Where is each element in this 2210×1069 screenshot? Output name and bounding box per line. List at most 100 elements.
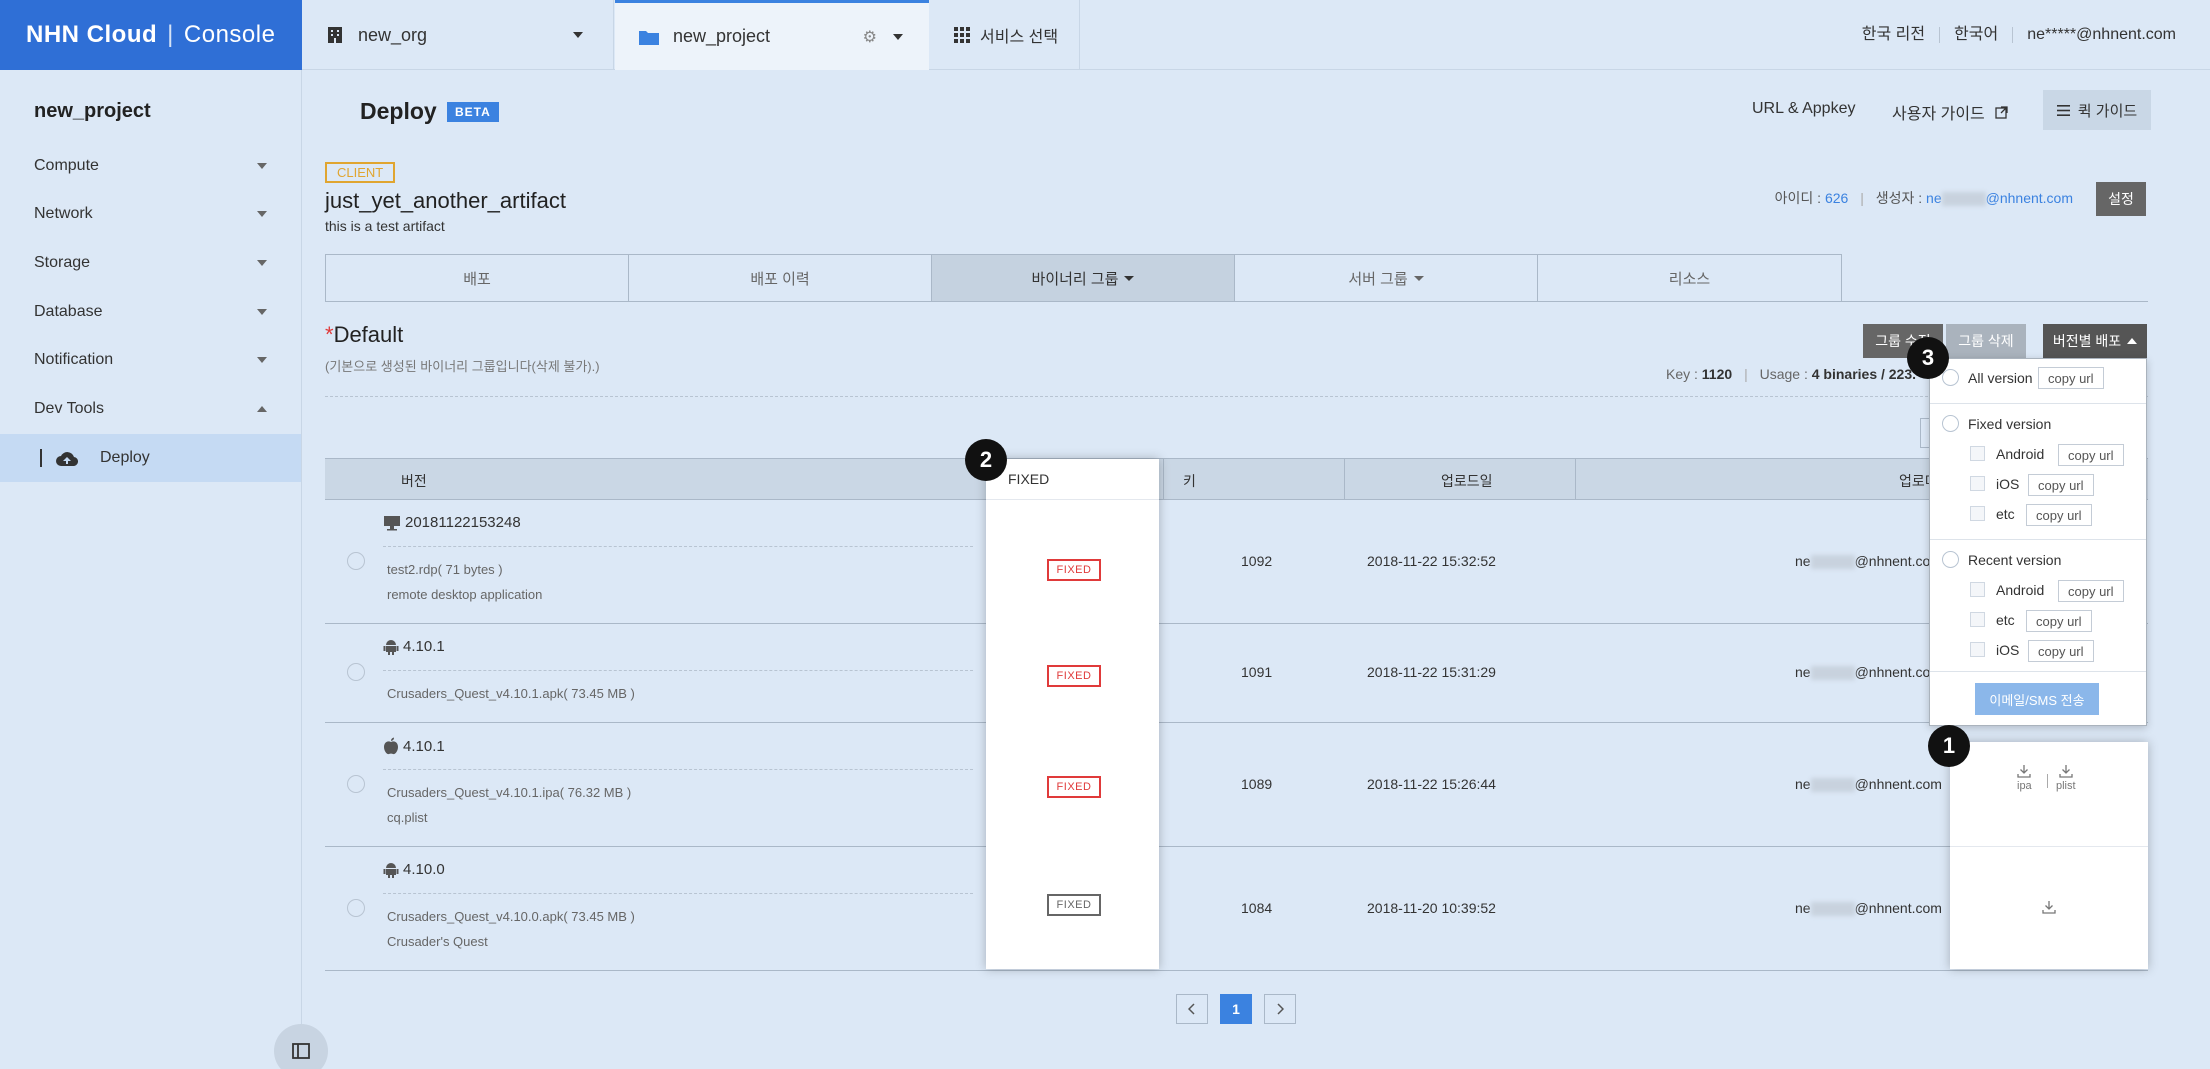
fixed-version-radio[interactable] — [1942, 415, 1959, 432]
group-title: *Default — [325, 322, 404, 347]
url-appkey-link[interactable]: URL & Appkey — [1752, 100, 1855, 118]
artifact-description: this is a test artifact — [325, 218, 445, 234]
chevron-down-icon[interactable] — [893, 33, 903, 40]
download-icon — [2059, 765, 2073, 778]
download-ipa-button[interactable]: ipa — [2017, 764, 2032, 792]
android-checkbox[interactable] — [1970, 446, 1985, 461]
quick-guide-label: 퀵 가이드 — [2077, 102, 2138, 120]
download-plist-button[interactable]: plist — [2056, 764, 2076, 792]
user-guide-link[interactable]: 사용자 가이드 — [1892, 100, 2008, 124]
send-email-sms-button[interactable]: 이메일/SMS 전송 — [1975, 683, 2099, 715]
column-fixed: FIXED — [1008, 471, 1050, 487]
file-note: Crusader's Quest — [387, 934, 488, 949]
service-select-label: 서비스 선택 — [980, 29, 1059, 46]
logo-brand: NHN Cloud — [26, 21, 158, 48]
sidebar: new_project Compute Network Storage Data… — [0, 70, 328, 1069]
callout-badge: 1 — [1928, 725, 1970, 767]
chevron-down-icon — [257, 309, 267, 315]
chevron-down-icon — [257, 260, 267, 266]
table-header: 버전 키 업로드일 업로더 — [325, 458, 2148, 500]
page-number[interactable]: 1 — [1220, 994, 1252, 1024]
chevron-right-icon — [1277, 1003, 1284, 1015]
menu-icon — [2056, 104, 2070, 116]
ios-checkbox[interactable] — [1970, 476, 1985, 491]
file-name: Crusaders_Quest_v4.10.1.ipa( 76.32 MB ) — [387, 785, 632, 800]
row-radio[interactable] — [347, 899, 365, 917]
sidebar-item-storage[interactable]: Storage — [0, 239, 301, 287]
delete-group-button[interactable]: 그룹 삭제 — [1946, 324, 2026, 358]
top-bar: NHN Cloud | Console new_org new_project … — [0, 0, 2210, 70]
sidebar-item-network[interactable]: Network — [0, 190, 301, 238]
chevron-down-icon — [257, 163, 267, 169]
tab-server-group[interactable]: 서버 그룹 — [1235, 255, 1538, 301]
ios-checkbox[interactable] — [1970, 642, 1985, 657]
etc-checkbox[interactable] — [1970, 612, 1985, 627]
user-account[interactable]: ne*****@nhnent.com — [2013, 27, 2176, 43]
recent-version-radio[interactable] — [1942, 551, 1959, 568]
row-radio[interactable] — [347, 663, 365, 681]
chevron-down-icon — [1124, 275, 1135, 281]
copy-url-button[interactable]: copy url — [2028, 640, 2094, 662]
cloud-upload-icon — [56, 452, 78, 466]
sidebar-item-dev-tools[interactable]: Dev Tools — [0, 385, 301, 433]
copy-url-button[interactable]: copy url — [2058, 580, 2124, 602]
fixed-badge[interactable]: FIXED — [1047, 665, 1101, 687]
table-row[interactable]: 20181122153248 test2.rdp( 71 bytes ) rem… — [325, 500, 2148, 624]
sidebar-item-database[interactable]: Database — [0, 288, 301, 336]
tab-deploy-history[interactable]: 배포 이력 — [629, 255, 932, 301]
service-select[interactable]: 서비스 선택 — [930, 0, 1080, 70]
android-icon — [383, 639, 399, 655]
row-uploader: ne @nhnent.com — [1795, 553, 1942, 570]
tab-binary-group[interactable]: 바이너리 그룹 — [932, 255, 1235, 301]
sidebar-item-compute[interactable]: Compute — [0, 142, 301, 190]
desktop-icon — [384, 515, 400, 530]
org-name: new_org — [358, 24, 428, 45]
language-selector[interactable]: 한국어 — [1940, 27, 2014, 43]
row-radio[interactable] — [347, 775, 365, 793]
fixed-badge[interactable]: FIXED — [1047, 776, 1101, 798]
copy-url-button[interactable]: copy url — [2028, 474, 2094, 496]
fixed-badge[interactable]: FIXED — [1047, 559, 1101, 581]
sidebar-collapse-button[interactable] — [274, 1024, 328, 1069]
project-selector[interactable]: new_project ⚙ — [615, 0, 929, 70]
prev-page-button[interactable] — [1176, 994, 1208, 1024]
etc-checkbox[interactable] — [1970, 506, 1985, 521]
copy-url-button[interactable]: copy url — [2026, 504, 2092, 526]
fixed-badge[interactable]: FIXED — [1047, 894, 1101, 916]
chevron-down-icon — [573, 32, 583, 38]
next-page-button[interactable] — [1264, 994, 1296, 1024]
download-icon — [2017, 765, 2031, 778]
row-uploader: ne @nhnent.com — [1795, 900, 1942, 917]
copy-url-button[interactable]: copy url — [2058, 444, 2124, 466]
console-logo[interactable]: NHN Cloud | Console — [0, 0, 302, 70]
row-upload-date: 2018-11-20 10:39:52 — [1367, 900, 1496, 916]
region-selector[interactable]: 한국 리전 — [1848, 27, 1941, 43]
gear-icon[interactable]: ⚙ — [863, 27, 877, 47]
sidebar-item-notification[interactable]: Notification — [0, 336, 301, 384]
copy-url-button[interactable]: copy url — [2026, 610, 2092, 632]
user-guide-label: 사용자 가이드 — [1892, 106, 1985, 123]
tab-deploy[interactable]: 배포 — [326, 255, 629, 301]
org-selector[interactable]: new_org — [302, 0, 614, 70]
download-apk-button[interactable] — [2042, 900, 2056, 918]
tab-resource[interactable]: 리소스 — [1538, 255, 1841, 301]
artifact-name: just_yet_another_artifact — [325, 188, 566, 213]
fixed-column-highlight: FIXED FIXED FIXED FIXED FIXED — [986, 459, 1159, 969]
sidebar-item-label: Compute — [34, 157, 99, 174]
row-key: 1089 — [1241, 776, 1273, 792]
all-version-radio[interactable] — [1942, 369, 1959, 386]
quick-guide-button[interactable]: 퀵 가이드 — [2043, 90, 2151, 130]
settings-button[interactable]: 설정 — [2096, 182, 2146, 216]
version-deploy-button[interactable]: 버전별 배포 — [2043, 324, 2147, 358]
table-row[interactable]: 4.10.1 Crusaders_Quest_v4.10.1.apk( 73.4… — [325, 624, 2148, 723]
row-radio[interactable] — [347, 552, 365, 570]
table-row[interactable]: 4.10.0 Crusaders_Quest_v4.10.0.apk( 73.4… — [325, 847, 2148, 971]
beta-badge: BETA — [447, 102, 499, 122]
sidebar-item-deploy[interactable]: Deploy — [0, 434, 301, 482]
row-key: 1092 — [1241, 553, 1273, 569]
copy-url-button[interactable]: copy url — [2038, 367, 2104, 389]
table-row[interactable]: 4.10.1 Crusaders_Quest_v4.10.1.ipa( 76.3… — [325, 723, 2148, 847]
file-name: test2.rdp( 71 bytes ) — [387, 562, 503, 577]
android-checkbox[interactable] — [1970, 582, 1985, 597]
row-upload-date: 2018-11-22 15:32:52 — [1367, 553, 1496, 569]
